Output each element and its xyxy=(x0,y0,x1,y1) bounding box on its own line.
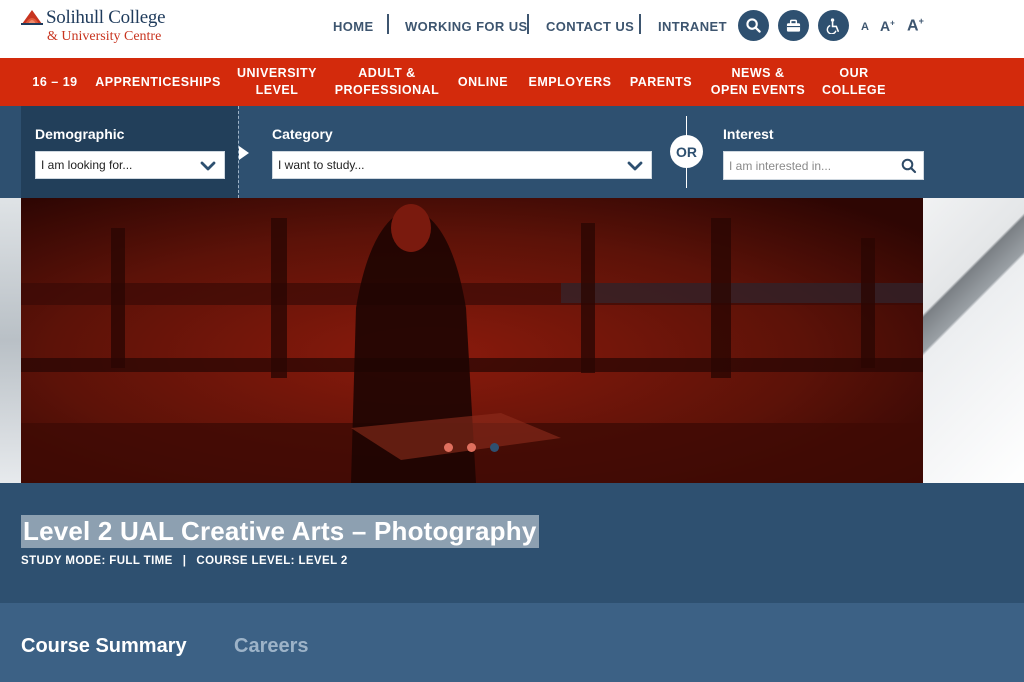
tab-course-summary[interactable]: Course Summary xyxy=(21,635,187,658)
nav-label: 16 – 19 xyxy=(32,74,78,89)
logo[interactable]: Solihull College & University Centre xyxy=(20,4,170,50)
search-icon xyxy=(746,18,761,33)
font-size-medium-mark: + xyxy=(890,18,895,28)
logo-mark-icon xyxy=(21,10,43,25)
demographic-select[interactable]: I am looking for... xyxy=(35,151,225,179)
nav-label: UNIVERSITY xyxy=(236,66,317,80)
search-button[interactable] xyxy=(738,10,769,41)
font-size-large[interactable]: A+ xyxy=(907,16,924,35)
nav-apprenticeships[interactable]: APPRENTICESHIPS xyxy=(95,58,221,106)
chevron-down-icon xyxy=(200,161,216,171)
accessibility-icon xyxy=(826,17,839,34)
step-arrow-icon xyxy=(239,146,249,160)
topnav-divider xyxy=(387,14,389,34)
darkroom-photo xyxy=(21,198,923,483)
hero-slide-image xyxy=(21,198,923,483)
next-slide-peek[interactable] xyxy=(923,198,1024,483)
nav-label: OPEN EVENTS xyxy=(710,83,806,97)
previous-slide-peek[interactable] xyxy=(0,198,21,483)
demographic-value: I am looking for... xyxy=(41,158,133,172)
nav-label: NEWS & xyxy=(731,66,785,80)
topnav-divider xyxy=(639,14,641,34)
briefcase-icon xyxy=(786,19,801,32)
carousel-dots xyxy=(444,443,499,452)
category-select[interactable]: I want to study... xyxy=(272,151,652,179)
tab-careers[interactable]: Careers xyxy=(234,635,309,658)
nav-employers[interactable]: EMPLOYERS xyxy=(526,58,614,106)
font-size-small[interactable]: A xyxy=(861,21,869,33)
nav-university-level[interactable]: UNIVERSITY LEVEL xyxy=(230,58,324,106)
nav-news-open-events[interactable]: NEWS & OPEN EVENTS xyxy=(708,58,808,106)
carousel-dot[interactable] xyxy=(444,443,453,452)
demographic-label: Demographic xyxy=(35,126,125,142)
accessibility-button[interactable] xyxy=(818,10,849,41)
course-meta: STUDY MODE: FULL TIME | COURSE LEVEL: LE… xyxy=(21,555,348,567)
nav-label: EMPLOYERS xyxy=(528,74,612,89)
interest-search-input[interactable]: I am interested in... xyxy=(723,151,924,180)
meta-divider: | xyxy=(182,555,187,567)
nav-parents[interactable]: PARENTS xyxy=(626,58,696,106)
topnav-working-for-us[interactable]: WORKING FOR US xyxy=(405,19,528,34)
logo-name: Solihull College xyxy=(46,7,166,28)
main-nav: 16 – 19 APPRENTICESHIPS UNIVERSITY LEVEL … xyxy=(0,58,1024,106)
topnav-home[interactable]: HOME xyxy=(333,19,374,34)
nav-label: ADULT & xyxy=(358,66,416,80)
font-size-large-label: A xyxy=(907,17,919,35)
interest-label: Interest xyxy=(723,126,774,142)
nav-label: ONLINE xyxy=(457,74,509,89)
search-icon[interactable] xyxy=(901,158,917,174)
page-title: Level 2 UAL Creative Arts – Photography xyxy=(21,515,539,548)
category-value: I want to study... xyxy=(278,158,365,172)
or-badge: OR xyxy=(670,135,703,168)
nav-adult-professional[interactable]: ADULT & PROFESSIONAL xyxy=(334,58,440,106)
nav-16-19[interactable]: 16 – 19 xyxy=(26,58,84,106)
nav-label: PROFESSIONAL xyxy=(334,83,440,97)
font-size-large-mark: + xyxy=(918,16,924,26)
category-label: Category xyxy=(272,126,333,142)
nav-online[interactable]: ONLINE xyxy=(452,58,514,106)
nav-label: LEVEL xyxy=(255,83,299,97)
topnav-intranet[interactable]: INTRANET xyxy=(658,19,727,34)
carousel-dot[interactable] xyxy=(467,443,476,452)
nav-our-college[interactable]: OUR COLLEGE xyxy=(818,58,890,106)
nav-label: OUR xyxy=(839,66,869,80)
interest-placeholder: I am interested in... xyxy=(729,158,832,173)
font-size-medium-label: A xyxy=(880,18,891,34)
jobs-button[interactable] xyxy=(778,10,809,41)
nav-label: COLLEGE xyxy=(822,83,886,97)
study-mode: STUDY MODE: FULL TIME xyxy=(21,555,173,567)
site-header: Solihull College & University Centre HOM… xyxy=(0,0,1024,58)
logo-subtitle: & University Centre xyxy=(47,29,162,44)
font-size-medium[interactable]: A+ xyxy=(880,18,895,34)
carousel-dot-active[interactable] xyxy=(490,443,499,452)
course-level: COURSE LEVEL: LEVEL 2 xyxy=(196,555,348,567)
topnav-contact-us[interactable]: CONTACT US xyxy=(546,19,634,34)
topnav-divider xyxy=(527,14,529,34)
nav-label: PARENTS xyxy=(629,74,693,89)
nav-label: APPRENTICESHIPS xyxy=(95,74,221,89)
chevron-down-icon xyxy=(627,161,643,171)
